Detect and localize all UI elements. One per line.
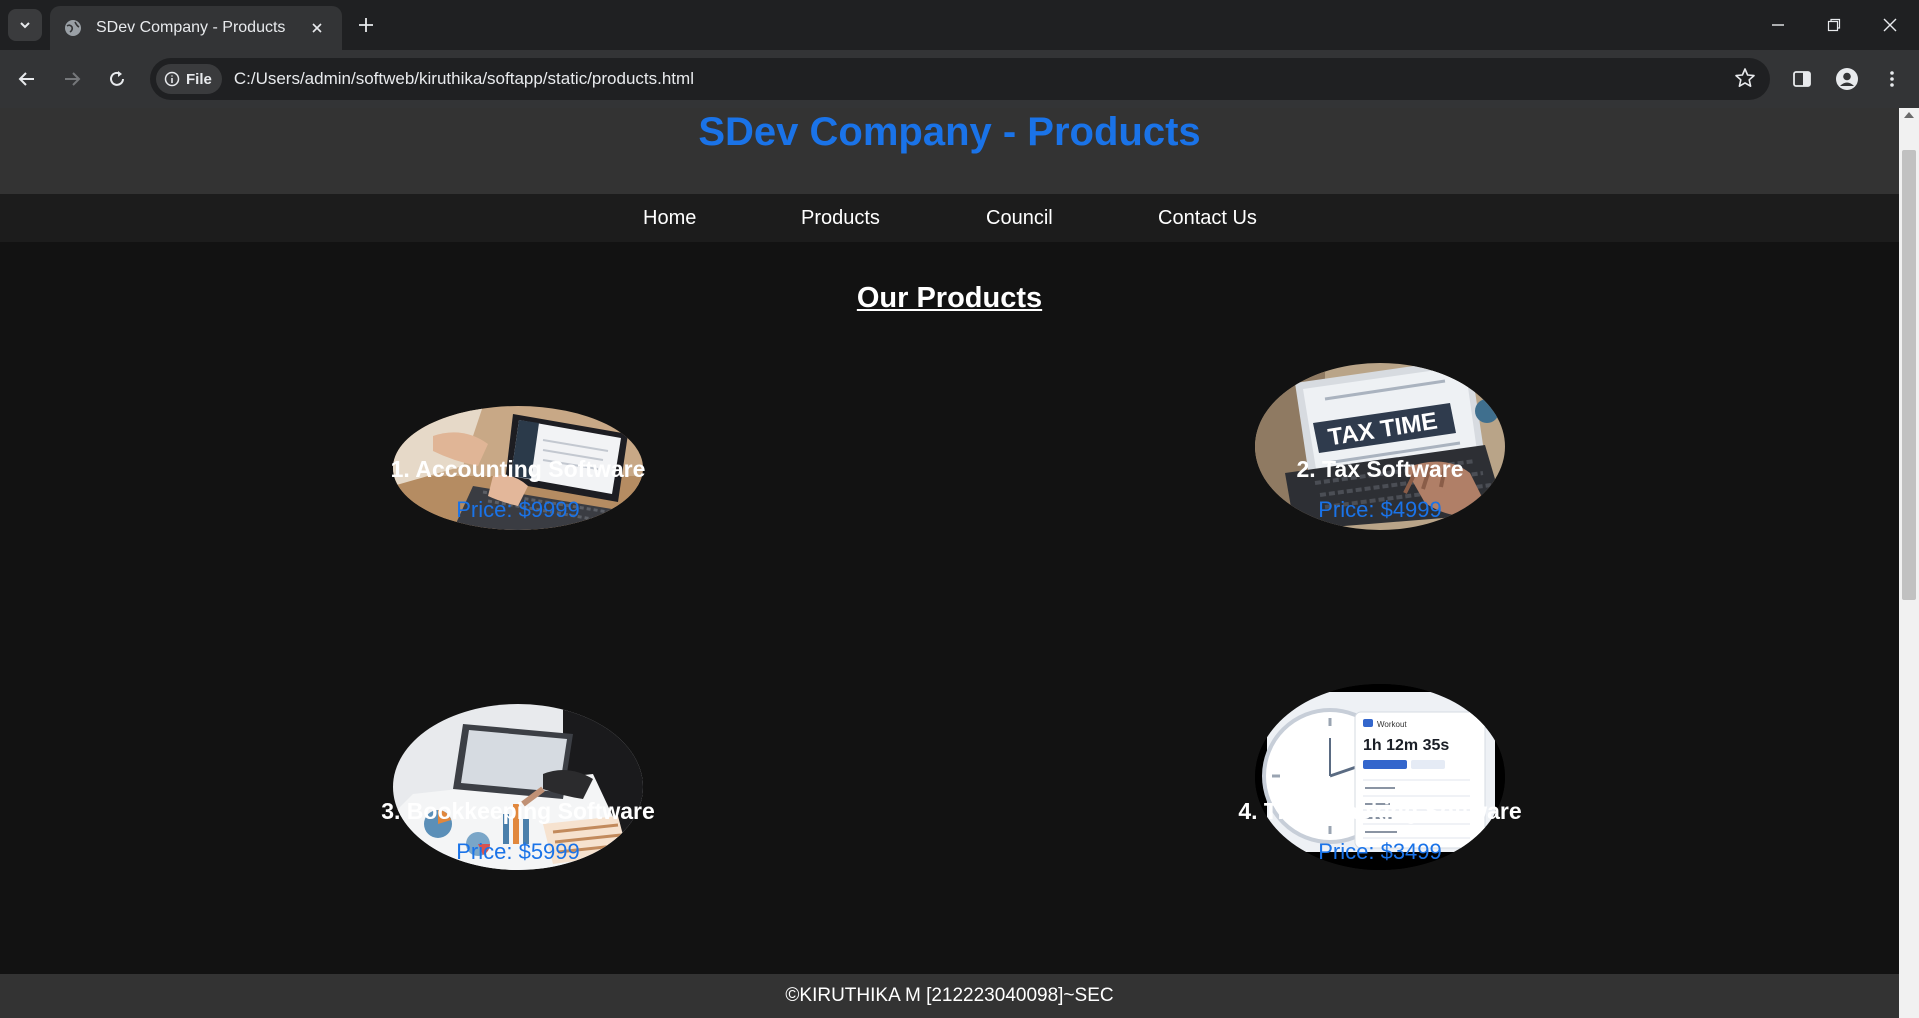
tab-title: SDev Company - Products bbox=[96, 19, 286, 36]
address-bar[interactable]: File C:/Users/admin/softweb/kiruthika/so… bbox=[150, 58, 1770, 100]
nav-link-council[interactable]: Council bbox=[986, 194, 1053, 242]
svg-text:Workout: Workout bbox=[1377, 720, 1407, 729]
scrollbar-thumb[interactable] bbox=[1902, 150, 1916, 600]
menu-button[interactable] bbox=[1875, 62, 1909, 96]
reload-icon bbox=[110, 71, 124, 86]
product-price: Price: $3499 bbox=[1318, 839, 1442, 864]
site-info-chip[interactable]: File bbox=[156, 64, 222, 94]
minimize-icon bbox=[1772, 24, 1784, 26]
forward-button[interactable] bbox=[55, 62, 89, 96]
side-panel-button[interactable] bbox=[1785, 62, 1819, 96]
page-viewport: SDev Company - Products Home Products Co… bbox=[0, 108, 1899, 1018]
site-info-label: File bbox=[186, 70, 212, 88]
globe-icon bbox=[65, 20, 81, 36]
side-panel-icon bbox=[1793, 71, 1811, 87]
info-icon bbox=[164, 71, 180, 87]
restore-button[interactable] bbox=[1806, 0, 1862, 50]
close-window-button[interactable] bbox=[1862, 0, 1918, 50]
product-name: 3. Bookkeeping Software bbox=[381, 798, 655, 824]
close-icon bbox=[1883, 18, 1897, 32]
restore-icon bbox=[1827, 18, 1841, 32]
arrow-right-icon bbox=[65, 72, 81, 86]
product-card: Workout 1h 12m 35s 4. Time Tracking Soft… bbox=[1130, 108, 1630, 1018]
minimize-button[interactable] bbox=[1750, 0, 1806, 50]
bookmark-button[interactable] bbox=[1734, 67, 1756, 94]
arrow-left-icon bbox=[18, 72, 34, 86]
chevron-down-icon bbox=[20, 22, 30, 29]
page-scrollbar[interactable] bbox=[1899, 108, 1919, 1018]
profile-button[interactable] bbox=[1830, 62, 1864, 96]
url-text[interactable]: C:/Users/admin/softweb/kiruthika/softapp… bbox=[234, 69, 694, 89]
browser-tab[interactable]: SDev Company - Products bbox=[50, 6, 342, 50]
tab-search-button[interactable] bbox=[8, 9, 42, 41]
close-icon bbox=[312, 23, 322, 33]
more-vertical-icon bbox=[1890, 71, 1894, 87]
browser-toolbar: File C:/Users/admin/softweb/kiruthika/so… bbox=[0, 50, 1919, 108]
product-name: 4. Time Tracking Software bbox=[1238, 798, 1522, 824]
avatar-icon bbox=[1836, 68, 1858, 90]
new-tab-button[interactable] bbox=[350, 9, 382, 41]
product-card: 3. Bookkeeping Software Price: $5999 bbox=[268, 108, 768, 1018]
reload-button[interactable] bbox=[100, 62, 134, 96]
scroll-up-arrow-icon[interactable] bbox=[1904, 112, 1914, 118]
nav-link-products[interactable]: Products bbox=[801, 194, 880, 242]
close-tab-button[interactable] bbox=[306, 17, 328, 39]
site-footer: ©KIRUTHIKA M [212223040098]~SEC bbox=[0, 974, 1899, 1018]
star-icon bbox=[1735, 68, 1755, 87]
browser-tab-strip: SDev Company - Products bbox=[0, 0, 1919, 50]
back-button[interactable] bbox=[10, 62, 44, 96]
timer-readout-text: 1h 12m 35s bbox=[1363, 737, 1449, 754]
plus-icon bbox=[359, 18, 373, 32]
product-price: Price: $5999 bbox=[456, 839, 580, 864]
footer-text: ©KIRUTHIKA M [212223040098]~SEC bbox=[785, 985, 1114, 1006]
